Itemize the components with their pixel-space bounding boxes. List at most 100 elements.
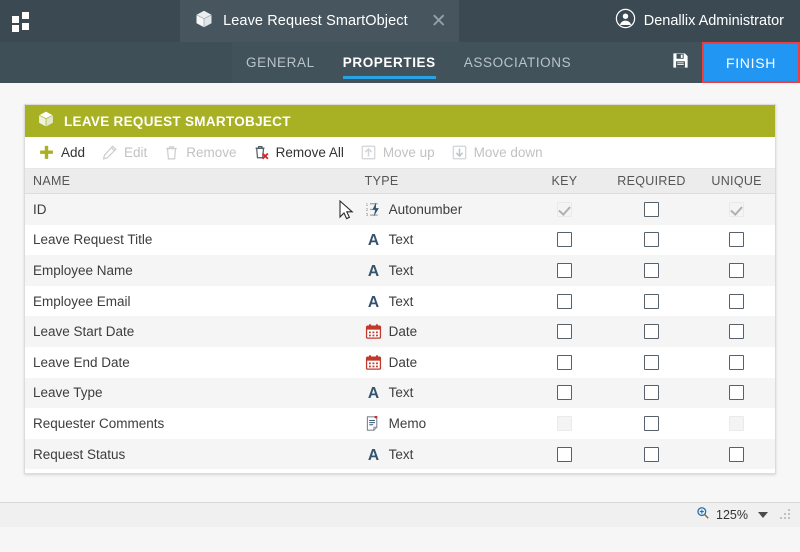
required-checkbox[interactable] <box>644 447 659 462</box>
cell-name: Leave End Date <box>25 355 365 370</box>
cell-key <box>524 202 605 217</box>
trash-delete-all-icon <box>253 144 270 161</box>
tab-general-label: GENERAL <box>246 55 315 70</box>
required-checkbox[interactable] <box>644 324 659 339</box>
save-button[interactable] <box>658 42 702 83</box>
key-checkbox[interactable] <box>557 385 572 400</box>
unique-checkbox[interactable] <box>729 294 744 309</box>
table-row[interactable]: Request StatusAText <box>25 439 775 470</box>
nav-tabs: GENERAL PROPERTIES ASSOCIATIONS <box>232 42 585 83</box>
cell-unique <box>698 355 775 370</box>
table-row[interactable]: ID123Autonumber <box>25 194 775 225</box>
cell-unique <box>698 294 775 309</box>
pencil-icon <box>101 144 118 161</box>
cell-name: Employee Name <box>25 263 365 278</box>
add-button[interactable]: Add <box>33 141 94 164</box>
table-row[interactable]: Leave TypeAText <box>25 378 775 409</box>
cell-type-label: Text <box>389 447 414 462</box>
cell-type: AText <box>365 446 524 463</box>
required-checkbox[interactable] <box>644 232 659 247</box>
remove-all-button[interactable]: Remove All <box>248 141 353 164</box>
unique-checkbox[interactable] <box>729 355 744 370</box>
tab-general[interactable]: GENERAL <box>232 42 329 83</box>
required-checkbox[interactable] <box>644 294 659 309</box>
zoom-magnifier-icon[interactable] <box>696 506 710 525</box>
key-checkbox[interactable] <box>557 324 572 339</box>
memo-icon <box>365 415 382 432</box>
smartobject-properties-panel: LEAVE REQUEST SMARTOBJECT Add E <box>24 104 776 474</box>
zoom-level-label: 125% <box>716 508 748 522</box>
cell-name: Leave Start Date <box>25 324 365 339</box>
cell-type: Memo <box>365 415 524 432</box>
cell-unique <box>698 385 775 400</box>
edit-button[interactable]: Edit <box>96 141 156 164</box>
cell-name: Leave Request Title <box>25 232 365 247</box>
table-row[interactable]: Employee EmailAText <box>25 286 775 317</box>
properties-grid: NAME TYPE KEY REQUIRED UNIQUE ID123Auton… <box>25 169 775 473</box>
required-checkbox[interactable] <box>644 355 659 370</box>
required-checkbox[interactable] <box>644 385 659 400</box>
resize-grip-icon[interactable] <box>780 509 792 521</box>
key-checkbox[interactable] <box>557 294 572 309</box>
cell-key <box>524 232 605 247</box>
tab-properties[interactable]: PROPERTIES <box>329 42 450 83</box>
tab-associations-label: ASSOCIATIONS <box>464 55 571 70</box>
cell-unique <box>698 202 775 217</box>
cell-type-label: Text <box>389 294 414 309</box>
cell-required <box>605 447 698 462</box>
cell-key <box>524 355 605 370</box>
finish-button[interactable]: FINISH <box>704 44 798 81</box>
autonumber-icon: 123 <box>365 201 382 218</box>
user-menu[interactable]: Denallix Administrator <box>597 0 800 42</box>
calendar-date-icon <box>365 323 382 340</box>
unique-checkbox[interactable] <box>729 263 744 278</box>
cell-required <box>605 416 698 431</box>
cube-smartobject-icon <box>194 9 214 34</box>
required-checkbox[interactable] <box>644 263 659 278</box>
unique-checkbox[interactable] <box>729 447 744 462</box>
remove-button[interactable]: Remove <box>158 141 245 164</box>
text-a-icon: A <box>365 231 382 248</box>
column-header-key: KEY <box>524 174 605 188</box>
status-bar: 125% <box>0 502 800 527</box>
user-avatar-icon <box>615 8 636 34</box>
edit-button-label: Edit <box>124 145 147 160</box>
cell-required <box>605 324 698 339</box>
key-checkbox[interactable] <box>557 447 572 462</box>
table-row[interactable]: Requester CommentsMemo <box>25 408 775 439</box>
cell-key <box>524 416 605 431</box>
required-checkbox[interactable] <box>644 202 659 217</box>
cell-type: Date <box>365 323 524 340</box>
grid-squares-icon <box>12 12 30 30</box>
table-row[interactable]: Leave Request TitleAText <box>25 225 775 256</box>
chevron-down-icon[interactable] <box>758 512 768 518</box>
document-tab[interactable]: Leave Request SmartObject ✕ <box>180 0 459 42</box>
cell-key <box>524 385 605 400</box>
required-checkbox[interactable] <box>644 416 659 431</box>
table-row[interactable]: Employee NameAText <box>25 255 775 286</box>
panel-title: LEAVE REQUEST SMARTOBJECT <box>64 114 291 129</box>
add-button-label: Add <box>61 145 85 160</box>
unique-checkbox[interactable] <box>729 385 744 400</box>
cell-required <box>605 202 698 217</box>
cell-name: Requester Comments <box>25 416 365 431</box>
svg-text:A: A <box>368 233 379 249</box>
move-up-button[interactable]: Move up <box>355 141 444 164</box>
table-row[interactable]: Leave End Date Date <box>25 347 775 378</box>
column-header-type: TYPE <box>365 174 524 188</box>
key-checkbox[interactable] <box>557 355 572 370</box>
key-checkbox[interactable] <box>557 232 572 247</box>
unique-checkbox[interactable] <box>729 232 744 247</box>
move-down-button[interactable]: Move down <box>446 141 552 164</box>
app-logo-button[interactable] <box>0 0 42 42</box>
top-bar: Leave Request SmartObject ✕ Denallix Adm… <box>0 0 800 42</box>
tab-associations[interactable]: ASSOCIATIONS <box>450 42 585 83</box>
close-icon[interactable]: ✕ <box>431 12 447 31</box>
cell-type-label: Date <box>389 355 418 370</box>
table-row[interactable]: Leave Start DateDate <box>25 316 775 347</box>
plus-icon <box>38 144 55 161</box>
remove-button-label: Remove <box>186 145 236 160</box>
key-checkbox[interactable] <box>557 263 572 278</box>
unique-checkbox[interactable] <box>729 324 744 339</box>
remove-all-button-label: Remove All <box>276 145 344 160</box>
